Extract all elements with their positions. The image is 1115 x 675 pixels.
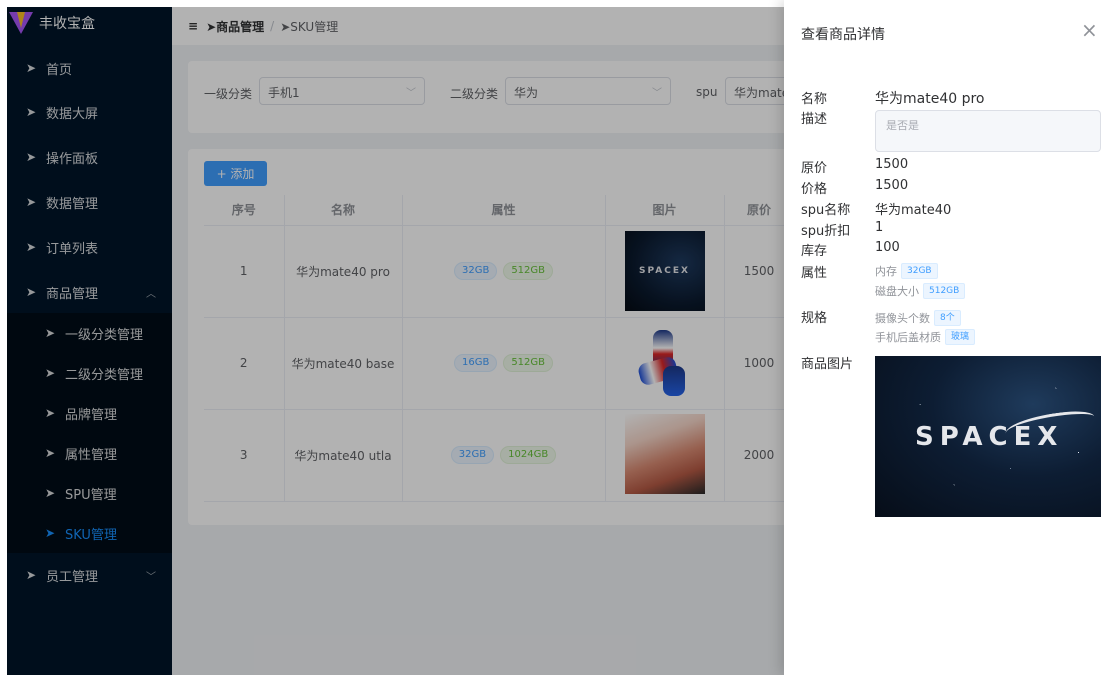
desc-value: 是否是 (886, 119, 919, 132)
attr-row: 内存 32GB (875, 263, 941, 279)
close-icon[interactable]: × (1081, 20, 1098, 40)
attr-row: 磁盘大小 512GB (875, 283, 968, 299)
attr-name: 磁盘大小 (875, 285, 919, 298)
image-label: 商品图片 (801, 357, 854, 372)
stock-label: 库存 (801, 244, 828, 259)
spu-discount-value: 1 (875, 220, 884, 235)
drawer-title: 查看商品详情 (801, 27, 885, 43)
price-value: 1500 (875, 178, 909, 193)
spec-row: 摄像头个数 8个 (875, 310, 964, 326)
spu-name-value: 华为mate40 (875, 203, 952, 218)
attr-value-tag: 32GB (901, 263, 938, 279)
name-value: 华为mate40 pro (875, 91, 985, 107)
product-image[interactable]: SPACEX (875, 356, 1101, 517)
price-label: 价格 (801, 182, 828, 197)
spec-row: 手机后盖材质 玻璃 (875, 329, 978, 345)
spec-label: 规格 (801, 311, 828, 326)
name-label: 名称 (801, 92, 828, 107)
desc-textarea[interactable]: 是否是 (875, 110, 1101, 152)
spu-name-label: spu名称 (801, 203, 851, 218)
desc-label: 描述 (801, 112, 828, 127)
spec-value-tag: 8个 (934, 310, 961, 326)
spu-discount-label: spu折扣 (801, 224, 851, 239)
orig-price-label: 原价 (801, 161, 828, 176)
attr-name: 内存 (875, 265, 897, 278)
detail-drawer: 查看商品详情 × 名称 华为mate40 pro 描述 是否是 原价 1500 … (784, 0, 1115, 675)
spec-name: 手机后盖材质 (875, 331, 941, 344)
stock-value: 100 (875, 240, 900, 255)
spec-name: 摄像头个数 (875, 312, 930, 325)
attr-label: 属性 (801, 266, 828, 281)
orig-price-value: 1500 (875, 157, 909, 172)
attr-value-tag: 512GB (923, 283, 966, 299)
spec-value-tag: 玻璃 (945, 329, 976, 345)
